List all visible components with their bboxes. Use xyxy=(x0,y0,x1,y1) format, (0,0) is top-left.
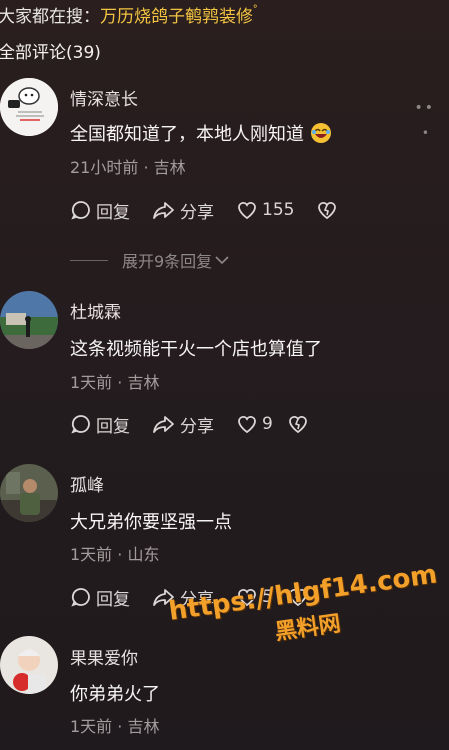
reply-icon xyxy=(71,415,90,434)
avatar[interactable] xyxy=(0,464,58,522)
comment-username[interactable]: 果果爱你 xyxy=(70,644,138,669)
avatar-photo-icon xyxy=(0,291,58,349)
share-icon xyxy=(153,416,174,433)
reply-button[interactable]: 回复 xyxy=(70,198,130,223)
watermark: https://hlgf14.com 黑料网 xyxy=(167,559,444,660)
comments-count-title: 全部评论(39) xyxy=(0,43,101,63)
reply-icon xyxy=(71,201,90,220)
avatar[interactable] xyxy=(0,636,58,694)
chevron-down-icon xyxy=(215,256,229,265)
share-label: 分享 xyxy=(180,416,214,437)
comment-meta: 1天前 · 山东 xyxy=(70,545,160,564)
comment-text: 全国都知道了，本地人刚知道 xyxy=(70,124,304,145)
share-button[interactable]: 分享 xyxy=(152,198,214,223)
comment-username[interactable]: 情深意长 xyxy=(70,85,138,110)
search-sparkle-icon: ᐤ xyxy=(253,2,258,15)
comment-content: 大兄弟你要坚强一点 xyxy=(70,512,232,533)
laughing-emoji-icon xyxy=(310,123,332,145)
like-button[interactable]: 155 xyxy=(236,199,294,221)
reply-label: 回复 xyxy=(96,589,130,610)
comment-username[interactable]: 孤峰 xyxy=(70,471,104,496)
dislike-button[interactable] xyxy=(316,199,338,221)
avatar-photo-icon xyxy=(0,464,58,522)
dislike-button[interactable] xyxy=(287,413,309,435)
heart-icon xyxy=(238,416,256,434)
reply-label: 回复 xyxy=(96,202,130,223)
share-icon xyxy=(153,202,174,219)
more-options-dot-icon: • xyxy=(421,126,429,140)
expand-divider xyxy=(70,259,108,261)
hot-search-prefix: 大家都在搜： xyxy=(0,7,100,27)
share-label: 分享 xyxy=(180,202,214,223)
more-options-icon[interactable]: •• xyxy=(414,100,435,116)
comment-actions: 回复 分享 9 xyxy=(70,411,309,437)
like-button[interactable]: 9 xyxy=(236,413,273,435)
reply-label: 回复 xyxy=(96,416,130,437)
reply-icon xyxy=(71,588,90,607)
comment-username[interactable]: 杜城霖 xyxy=(70,298,121,323)
hot-search-keyword[interactable]: 万历烧鸽子鹌鹑装修 xyxy=(100,7,253,27)
comment-content: 你弟弟火了 xyxy=(70,684,160,705)
hot-search-bar[interactable]: 大家都在搜：万历烧鸽子鹌鹑装修ᐤ xyxy=(0,2,257,27)
reply-button[interactable]: 回复 xyxy=(70,412,130,437)
comment-meta: 1天前 · 吉林 xyxy=(70,373,160,392)
comment-content: 这条视频能干火一个店也算值了 xyxy=(70,339,322,360)
heart-icon xyxy=(238,202,256,220)
like-count: 155 xyxy=(262,200,295,220)
comment-content: 全国都知道了，本地人刚知道 xyxy=(70,120,332,146)
expand-replies[interactable]: 展开9条回复 xyxy=(70,248,230,272)
avatar-photo-icon xyxy=(0,636,58,694)
like-count: 9 xyxy=(262,414,273,434)
reply-button[interactable]: 回复 xyxy=(70,585,130,610)
share-button[interactable]: 分享 xyxy=(152,412,214,437)
avatar[interactable] xyxy=(0,291,58,349)
avatar-cartoon-icon xyxy=(0,78,58,136)
broken-heart-icon xyxy=(288,416,307,434)
avatar[interactable] xyxy=(0,78,58,136)
broken-heart-icon xyxy=(318,202,337,220)
comment-actions: 回复 分享 155 xyxy=(70,197,338,223)
comment-meta: 1天前 · 吉林 xyxy=(70,717,160,736)
comment-meta: 21小时前 · 吉林 xyxy=(70,158,186,177)
expand-replies-label: 展开9条回复 xyxy=(122,252,213,271)
